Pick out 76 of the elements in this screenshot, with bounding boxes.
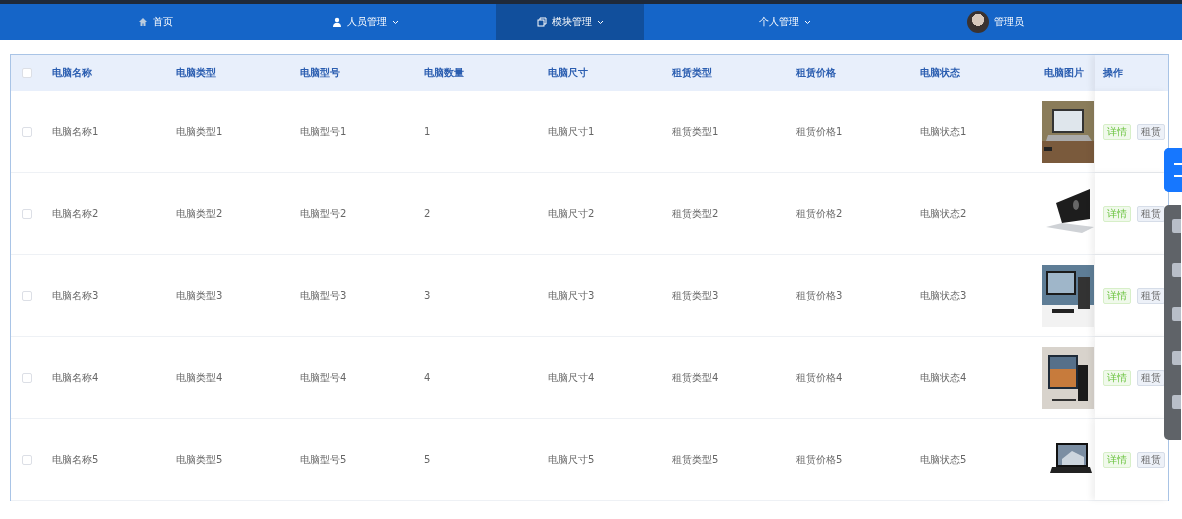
table-cell: 租赁价格2 [796, 207, 843, 219]
table-cell: 电脑尺寸4 [548, 371, 595, 383]
column-header: 电脑尺寸 [548, 67, 588, 78]
checkbox[interactable] [21, 208, 32, 219]
table-cell: 租赁类型5 [672, 453, 719, 465]
table-cell: 4 [424, 372, 431, 383]
checkbox[interactable] [21, 126, 32, 137]
table-cell: 电脑状态3 [920, 289, 967, 301]
table-cell: 电脑型号2 [300, 207, 347, 219]
toolbar-icon[interactable] [1172, 307, 1181, 321]
table-cell: 电脑尺寸2 [548, 207, 595, 219]
table-cell: 电脑状态5 [920, 453, 967, 465]
table-cell: 租赁价格3 [796, 289, 843, 301]
toolbar-icon[interactable] [1172, 395, 1181, 409]
table-cell: 电脑类型4 [176, 371, 223, 383]
column-header: 操作 [1103, 66, 1123, 80]
table-cell: 电脑状态4 [920, 371, 967, 383]
user-icon [331, 17, 342, 27]
side-tab[interactable] [1164, 148, 1182, 192]
checkbox[interactable] [21, 454, 32, 465]
table-cell: 电脑名称4 [52, 371, 99, 383]
column-header: 电脑图片 [1044, 67, 1084, 78]
table-cell: 电脑名称5 [52, 453, 99, 465]
table-cell: 电脑状态2 [920, 207, 967, 219]
rent-button[interactable]: 租赁 [1137, 287, 1165, 304]
table-cell: 租赁类型4 [672, 371, 719, 383]
table-cell: 电脑尺寸1 [548, 125, 595, 137]
table-cell: 电脑名称3 [52, 289, 99, 301]
rent-button[interactable]: 租赁 [1137, 123, 1165, 140]
column-header: 租赁价格 [796, 67, 836, 78]
table-cell: 电脑名称1 [52, 125, 99, 137]
table-cell: 租赁类型3 [672, 289, 719, 301]
nav-item[interactable]: 首页 [50, 4, 260, 40]
table-cell: 2 [424, 208, 431, 219]
table-cell: 5 [424, 454, 431, 465]
table-cell: 电脑类型5 [176, 453, 223, 465]
column-header: 电脑型号 [300, 67, 340, 78]
checkbox[interactable] [21, 68, 32, 78]
rent-button[interactable]: 租赁 [1137, 451, 1165, 468]
avatar[interactable] [966, 11, 989, 33]
table-cell: 电脑状态1 [920, 125, 967, 137]
table-cell: 3 [424, 290, 431, 301]
nav-item[interactable]: 模块管理 [496, 4, 644, 40]
table-cell: 租赁类型2 [672, 207, 719, 219]
table-cell: 电脑型号3 [300, 289, 347, 301]
table-cell: 电脑尺寸5 [548, 453, 595, 465]
column-header: 租赁类型 [672, 67, 712, 78]
table-cell: 租赁价格1 [796, 125, 843, 137]
column-header: 电脑状态 [920, 67, 960, 78]
table-cell: 电脑尺寸3 [548, 289, 595, 301]
table-cell: 1 [424, 126, 431, 137]
toolbar-icon[interactable] [1172, 263, 1181, 277]
table-cell: 电脑类型2 [176, 207, 223, 219]
column-header: 电脑数量 [424, 67, 464, 78]
rent-button[interactable]: 租赁 [1137, 369, 1165, 386]
column-header: 电脑类型 [176, 67, 216, 78]
table-cell: 租赁价格4 [796, 371, 843, 383]
table-cell: 电脑型号5 [300, 453, 347, 465]
checkbox[interactable] [21, 290, 32, 301]
table-cell: 电脑类型3 [176, 289, 223, 301]
toolbar-icon[interactable] [1172, 351, 1181, 365]
checkbox[interactable] [21, 372, 32, 383]
table-cell: 电脑类型1 [176, 125, 223, 137]
table-cell: 租赁类型1 [672, 125, 719, 137]
table-cell: 电脑型号1 [300, 125, 347, 137]
table-cell: 电脑名称2 [52, 207, 99, 219]
toolbar-icon[interactable] [1172, 219, 1181, 233]
copy-icon [536, 17, 547, 27]
table-cell: 电脑型号4 [300, 371, 347, 383]
nav-item[interactable]: 人员管理 [260, 4, 470, 40]
home-icon [137, 17, 148, 27]
column-header: 电脑名称 [52, 67, 92, 78]
table-cell: 租赁价格5 [796, 453, 843, 465]
rent-button[interactable]: 租赁 [1137, 205, 1165, 222]
user-name[interactable]: 管理员 [993, 15, 1024, 29]
nav-item[interactable]: 个人管理 [680, 4, 890, 40]
